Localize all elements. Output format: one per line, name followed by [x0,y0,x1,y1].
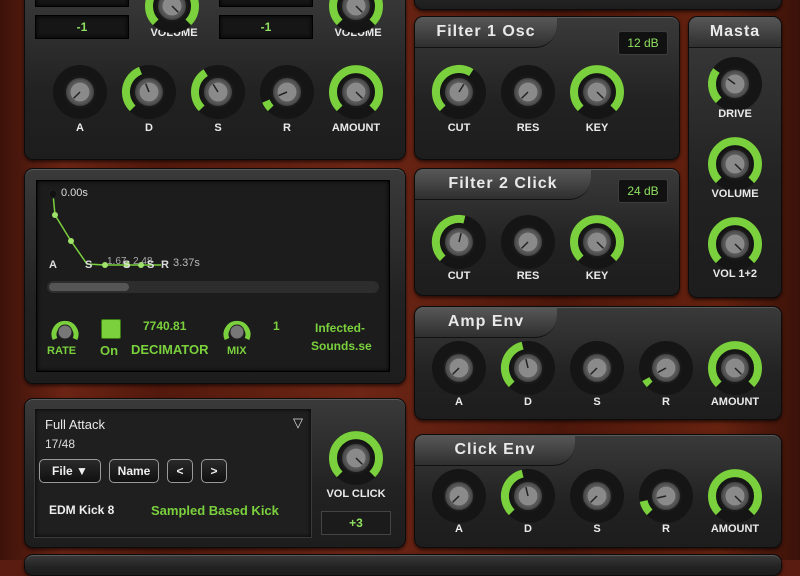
rate-value: 7740.81 [143,319,187,333]
env-label-s2: S [123,259,131,271]
click-knob-d[interactable] [498,466,558,526]
credit-line2: Sounds.se [311,339,372,353]
sample-counter: 17/48 [45,437,76,451]
pitch-knob-s[interactable] [188,62,248,122]
vol-click-knob[interactable] [326,428,386,488]
osc2-value: -1 [260,20,272,34]
filter1-slope[interactable]: 12 dB [618,31,668,55]
filter1-label-key: KEY [585,122,609,134]
amp-knob-r[interactable] [636,338,696,398]
filter1-title: Filter 1 Osc [415,17,557,48]
pitch-knob-amount[interactable] [326,62,386,122]
master-label-drive: DRIVE [718,108,752,120]
envelope-display[interactable]: 0.00s A S 1.67 S 2.48 S R 3.37s RATE On … [36,180,390,372]
sample-browser: Full Attack ▽ 17/48 File ▼ Name < > EDM … [34,408,312,538]
env-point-start [48,189,58,199]
osc1-volume-knob[interactable] [142,0,202,36]
master-label-volume: VOLUME [711,188,759,200]
osc1-value: -1 [76,20,88,34]
mix-label: MIX [227,345,247,357]
envelope-curve [52,193,161,266]
kick-type: Sampled Based Kick [151,503,279,518]
decimator-title: DECIMATOR [131,342,209,357]
filter2-knob-key[interactable] [567,212,627,272]
filter2-knob-res[interactable] [498,212,558,272]
env-label-a: A [49,259,57,271]
decimator-on-toggle[interactable] [101,319,121,339]
pitch-knob-d[interactable] [119,62,179,122]
env-start-time: 0.00s [61,187,88,199]
kick-name: EDM Kick 8 [49,503,115,517]
click-knob-r[interactable] [636,466,696,526]
click-label-amount: AMOUNT [710,523,760,535]
dropdown-icon[interactable]: ▽ [293,415,303,431]
click-offset-box[interactable]: +3 [321,511,391,535]
pitch-label-amount: AMOUNT [331,122,381,134]
click-env-title: Click Env [415,435,575,466]
filter2-label-key: KEY [585,270,609,282]
osc1-value-box[interactable]: -1 [35,15,129,39]
mix-knob[interactable] [223,317,251,345]
amp-knob-amount[interactable] [705,338,765,398]
preset-name[interactable]: Full Attack [45,417,105,432]
filter2-title: Filter 2 Click [415,169,591,200]
amp-env-title: Amp Env [415,307,557,338]
env-label-s1: S [85,259,93,271]
filter1-knob-cut[interactable] [429,62,489,122]
master-knob-vol-1-2[interactable] [705,214,765,274]
credit-line1: Infected- [315,321,366,335]
pitch-knob-a[interactable] [50,62,110,122]
master-knob-drive[interactable] [705,54,765,114]
osc1-wave-display [35,0,129,7]
filter1-knob-key[interactable] [567,62,627,122]
osc2-volume-knob[interactable] [326,0,386,36]
master-title: Masta [689,17,781,48]
file-button[interactable]: File ▼ [39,459,101,483]
prev-button[interactable]: < [167,459,193,483]
bottom-strip [24,554,782,576]
env-end-time: 3.37s [173,257,200,269]
name-button[interactable]: Name [109,459,159,483]
amp-knob-d[interactable] [498,338,558,398]
master-knob-volume[interactable] [705,134,765,194]
mix-value: 1 [273,319,280,333]
filter2-knob-cut[interactable] [429,212,489,272]
filter2-slope[interactable]: 24 dB [618,179,668,203]
amp-knob-a[interactable] [429,338,489,398]
vol-click-label: VOL CLICK [326,488,386,500]
scroll-thumb [49,283,129,291]
master-label-vol-1-2: VOL 1+2 [712,268,758,280]
top-right-strip [414,0,782,10]
env-label-r: R [161,259,169,271]
amp-label-amount: AMOUNT [710,396,760,408]
click-knob-s[interactable] [567,466,627,526]
next-button[interactable]: > [201,459,227,483]
rate-knob[interactable] [51,317,79,345]
filter1-knob-res[interactable] [498,62,558,122]
click-knob-amount[interactable] [705,466,765,526]
osc2-value-box[interactable]: -1 [219,15,313,39]
rate-label: RATE [47,345,77,357]
env-point [68,238,74,244]
env-point [52,212,58,218]
amp-knob-s[interactable] [567,338,627,398]
env-label-s3: S [147,259,155,271]
on-label: On [100,343,119,358]
pitch-knob-r[interactable] [257,62,317,122]
click-knob-a[interactable] [429,466,489,526]
osc2-wave-display [219,0,313,7]
